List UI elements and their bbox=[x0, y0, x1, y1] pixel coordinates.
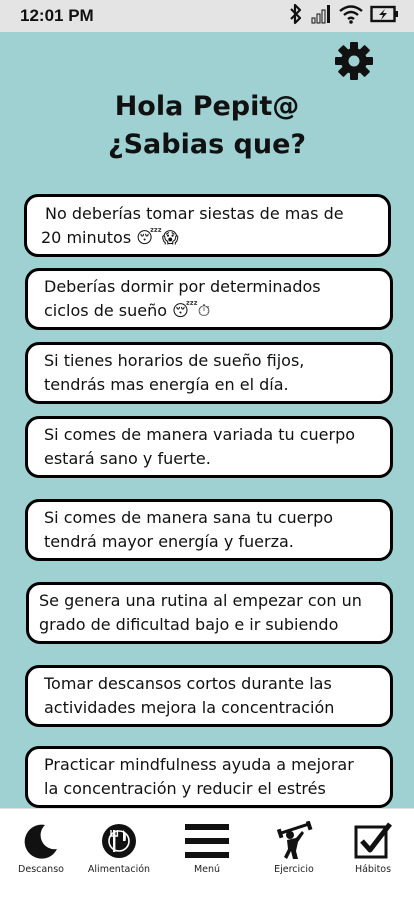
tip-text-line1: Si comes de manera variada tu cuerpo bbox=[44, 425, 356, 444]
tip-text-line1: Si comes de manera sana tu cuerpo bbox=[44, 508, 334, 527]
tip-card-nap: No deberías tomar siestas de mas de 20 m… bbox=[24, 194, 391, 257]
hamburger-menu-icon bbox=[183, 820, 231, 862]
nav-label: Descanso bbox=[18, 864, 64, 875]
status-bar: 12:01 PM bbox=[0, 0, 414, 32]
weightlifter-icon bbox=[270, 820, 318, 862]
gear-icon bbox=[334, 42, 374, 85]
cellular-signal-icon bbox=[310, 3, 332, 29]
tip-text-line2: la concentración y reducir el estrés bbox=[44, 779, 326, 798]
nav-item-alimentacion[interactable]: Alimentación bbox=[79, 809, 159, 897]
tip-text-line1: No deberías tomar siestas de mas de bbox=[45, 203, 344, 223]
bottom-navigation: Descanso Alimentación Menú Ejercicio Háb… bbox=[0, 808, 414, 897]
battery-charging-icon bbox=[370, 3, 400, 29]
tip-text-line1: Practicar mindfulness ayuda a mejorar bbox=[44, 755, 354, 774]
tip-card-sleep-cycles: Deberías dormir por determinados ciclos … bbox=[25, 268, 393, 330]
moon-icon bbox=[17, 820, 65, 862]
tip-text-line2: grado de dificultad bajo e ir subiendo bbox=[39, 615, 339, 634]
tip-card-sleep-schedule: Si tienes horarios de sueño fijos, tendr… bbox=[25, 342, 393, 404]
greeting-heading: Hola Pepit@ ¿Sabias que? bbox=[0, 88, 414, 164]
bluetooth-icon bbox=[288, 3, 304, 29]
greeting-subtitle: ¿Sabias que? bbox=[107, 129, 307, 160]
plate-cutlery-icon bbox=[95, 820, 143, 862]
tip-text-line2: tendrá mayor energía y fuerza. bbox=[44, 532, 294, 551]
nav-item-habitos[interactable]: Hábitos bbox=[333, 809, 413, 897]
nav-label: Hábitos bbox=[354, 864, 392, 875]
tip-text-line2: tendrás mas energía en el día. bbox=[44, 375, 289, 394]
tip-text-line2: ciclos de sueño 😴⏱ bbox=[44, 301, 211, 320]
tip-text-line1: Deberías dormir por determinados bbox=[44, 277, 321, 296]
settings-button[interactable] bbox=[334, 41, 374, 81]
tip-text-line2: actividades mejora la concentración bbox=[44, 698, 335, 717]
checkbox-icon bbox=[349, 820, 397, 862]
tip-text-line2: estará sano y fuerte. bbox=[44, 449, 211, 468]
tip-text-line1: Si tienes horarios de sueño fijos, bbox=[44, 351, 305, 370]
greeting-title: Hola Pepit@ bbox=[114, 91, 300, 122]
nav-item-ejercicio[interactable]: Ejercicio bbox=[254, 809, 334, 897]
nav-label: Ejercicio bbox=[274, 864, 314, 875]
tip-text-line1: Se genera una rutina al empezar con un bbox=[39, 591, 362, 610]
tip-text-line2: 20 minutos 😴😱 bbox=[41, 227, 179, 247]
nav-label: Menú bbox=[193, 864, 221, 875]
status-time: 12:01 PM bbox=[20, 6, 94, 25]
tip-card-mindfulness: Practicar mindfulness ayuda a mejorar la… bbox=[25, 746, 393, 808]
status-icons bbox=[288, 3, 400, 29]
nav-item-menu[interactable]: Menú bbox=[167, 809, 247, 897]
wifi-icon bbox=[338, 3, 364, 29]
nav-item-descanso[interactable]: Descanso bbox=[1, 809, 81, 897]
nav-label: Alimentación bbox=[87, 864, 151, 875]
tip-card-short-breaks: Tomar descansos cortos durante las activ… bbox=[25, 665, 393, 727]
tip-card-varied-diet: Si comes de manera variada tu cuerpo est… bbox=[25, 416, 393, 478]
tip-text-line1: Tomar descansos cortos durante las bbox=[44, 674, 332, 693]
tip-card-healthy-diet: Si comes de manera sana tu cuerpo tendrá… bbox=[25, 499, 393, 561]
tip-card-routine: Se genera una rutina al empezar con un g… bbox=[26, 582, 393, 644]
